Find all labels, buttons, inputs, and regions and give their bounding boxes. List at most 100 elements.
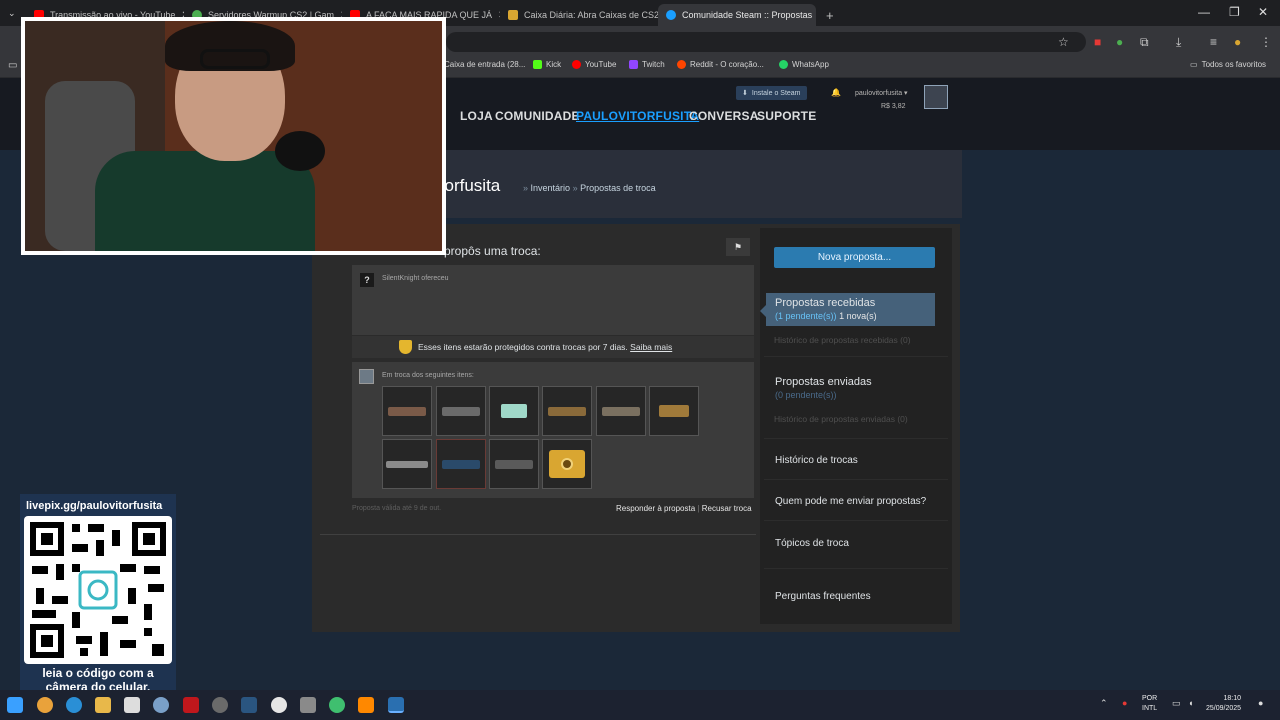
- webcam-overlay: [21, 17, 446, 255]
- bookmark-gmail[interactable]: Caixa de entrada (28...: [444, 60, 525, 69]
- new-offer-button[interactable]: Nova proposta...: [774, 247, 935, 268]
- language-indicator[interactable]: POR INTL: [1142, 694, 1157, 714]
- download-icon[interactable]: ⤓: [1176, 35, 1181, 50]
- app-icon[interactable]: [183, 697, 199, 713]
- breadcrumb-separator: »: [572, 183, 578, 193]
- media-icon[interactable]: ≡: [1210, 35, 1217, 49]
- browser-tab-caixa-diaria[interactable]: Caixa Diária: Abra Caixas de CS2 ✕: [500, 4, 658, 26]
- item-slot[interactable]: [436, 386, 486, 436]
- all-bookmarks[interactable]: ▭ Todos os favoritos: [1190, 60, 1266, 69]
- rifle-icon: [495, 459, 533, 469]
- bookmark-youtube[interactable]: YouTube: [572, 60, 616, 69]
- account-name: paulovitorfusita: [855, 90, 903, 97]
- menu-kebab-icon[interactable]: ⋮: [1260, 35, 1272, 49]
- item-slot[interactable]: [382, 386, 432, 436]
- chevron-up-icon[interactable]: ⌃: [1100, 698, 1108, 709]
- extension-icon[interactable]: ■: [1094, 35, 1101, 49]
- tab-title: Caixa Diária: Abra Caixas de CS2: [524, 10, 658, 20]
- nav-support[interactable]: SUPORTE: [757, 109, 816, 123]
- item-slot[interactable]: [649, 386, 699, 436]
- trade-sidebar: [760, 228, 952, 624]
- bookmark-kick[interactable]: Kick: [533, 60, 561, 69]
- smg-icon: [659, 405, 689, 417]
- close-window-icon[interactable]: ✕: [1258, 5, 1268, 19]
- faq-link[interactable]: Perguntas frequentes: [775, 591, 871, 602]
- profile-icon[interactable]: ●: [1234, 35, 1241, 49]
- bookmark-twitch[interactable]: Twitch: [629, 60, 665, 69]
- nav-profile[interactable]: PAULOVITORFUSITA: [576, 109, 699, 123]
- rifle-icon: [442, 459, 480, 469]
- store-icon[interactable]: [124, 697, 140, 713]
- respond-offer-link[interactable]: Responder à proposta: [616, 504, 695, 513]
- item-slot[interactable]: [542, 439, 592, 489]
- extension-check-icon[interactable]: ●: [1116, 35, 1123, 49]
- nav-store[interactable]: LOJA: [460, 109, 493, 123]
- sent-offers-link[interactable]: Propostas enviadas: [775, 376, 872, 388]
- report-flag-button[interactable]: ⚑: [726, 238, 750, 256]
- close-tab-icon[interactable]: ✕: [492, 10, 500, 21]
- offer-title: propôs uma troca:: [444, 244, 541, 258]
- received-offers-link[interactable]: Propostas recebidas: [775, 297, 875, 309]
- address-bar[interactable]: [446, 32, 1086, 52]
- app-icon[interactable]: [300, 697, 316, 713]
- item-slot[interactable]: [382, 439, 432, 489]
- avatar[interactable]: [924, 85, 948, 109]
- star-icon[interactable]: ☆: [1058, 35, 1069, 49]
- who-can-send-link[interactable]: Quem pode me enviar propostas?: [775, 496, 926, 507]
- trade-topics-link[interactable]: Tópicos de troca: [775, 538, 849, 549]
- extensions-puzzle-icon[interactable]: ⧉: [1140, 35, 1149, 50]
- app-icon[interactable]: [212, 697, 228, 713]
- item-slot[interactable]: [489, 439, 539, 489]
- tab-search-icon[interactable]: ⌄: [8, 8, 16, 19]
- learn-more-link[interactable]: Saiba mais: [630, 342, 672, 352]
- item-slot[interactable]: [489, 386, 539, 436]
- volume-icon[interactable]: ◖: [1188, 698, 1193, 708]
- item-slot[interactable]: [596, 386, 646, 436]
- new-tab-button[interactable]: +: [818, 4, 840, 26]
- sent-history-link[interactable]: Histórico de propostas enviadas (0): [774, 414, 908, 424]
- pending-count: (1 pendente(s)): [775, 311, 837, 321]
- steam-icon[interactable]: [241, 697, 257, 713]
- breadcrumb-inventory[interactable]: Inventário: [531, 183, 571, 193]
- minimize-icon[interactable]: —: [1198, 5, 1210, 19]
- bookmark-whatsapp[interactable]: WhatsApp: [779, 60, 829, 69]
- maximize-icon[interactable]: ❐: [1229, 5, 1240, 19]
- folder-icon[interactable]: ▭: [8, 60, 17, 71]
- chrome-icon[interactable]: [37, 697, 53, 713]
- nav-community[interactable]: COMUNIDADE: [495, 109, 580, 123]
- edge-icon[interactable]: [66, 697, 82, 713]
- notification-bell-icon[interactable]: 🔔: [831, 88, 841, 97]
- notification-icon[interactable]: ●: [1258, 698, 1263, 708]
- nav-chat[interactable]: CONVERSA: [689, 109, 759, 123]
- file-explorer-icon[interactable]: [95, 697, 111, 713]
- received-history-link[interactable]: Histórico de propostas recebidas (0): [774, 335, 911, 345]
- network-icon[interactable]: ▭: [1172, 698, 1181, 709]
- account-menu[interactable]: paulovitorfusita ▾: [855, 89, 908, 97]
- trade-history-link[interactable]: Histórico de trocas: [775, 455, 858, 466]
- steam-icon[interactable]: [388, 697, 404, 713]
- browser-tab-steam[interactable]: Comunidade Steam :: Propostas ✕: [658, 4, 816, 26]
- mic-muted-icon[interactable]: ●: [1122, 698, 1127, 708]
- windows-start-icon[interactable]: [7, 697, 23, 713]
- bookmark-reddit[interactable]: Reddit - O coração...: [677, 60, 764, 69]
- whatsapp-icon: [779, 60, 788, 69]
- close-tab-icon[interactable]: ✕: [812, 10, 816, 21]
- sniper-icon: [386, 460, 428, 468]
- vlc-icon[interactable]: [358, 697, 374, 713]
- system-clock[interactable]: 18:10 25/09/2025: [1206, 694, 1241, 714]
- item-slot[interactable]: [436, 439, 486, 489]
- breadcrumb-trade-offers[interactable]: Propostas de troca: [580, 183, 656, 193]
- item-slot[interactable]: [542, 386, 592, 436]
- folder-icon: ▭: [1190, 60, 1198, 69]
- obs-icon[interactable]: [271, 697, 287, 713]
- reddit-icon: [677, 60, 686, 69]
- app-icon[interactable]: [329, 697, 345, 713]
- offer-validity: Proposta válida até 9 de out.: [352, 505, 442, 512]
- pistol-icon: [501, 404, 527, 418]
- decline-offer-link[interactable]: Recusar troca: [702, 504, 752, 513]
- tab-title: Comunidade Steam :: Propostas: [682, 10, 813, 20]
- settings-gear-icon[interactable]: [153, 697, 169, 713]
- divider: [764, 520, 948, 521]
- steam-icon: [666, 10, 676, 20]
- install-steam-button[interactable]: ⬇ Instale o Steam: [736, 86, 807, 100]
